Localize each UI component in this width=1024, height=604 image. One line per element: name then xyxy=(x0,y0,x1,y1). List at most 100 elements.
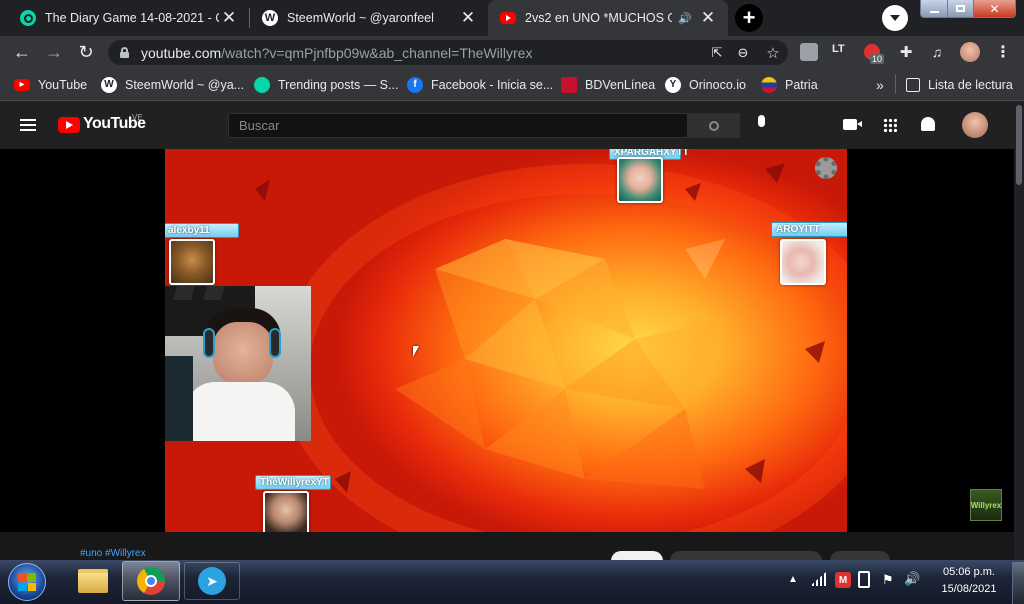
url-host: youtube.com xyxy=(141,44,222,61)
extension-photo-icon[interactable] xyxy=(800,43,818,61)
clock-date[interactable]: 15/08/2021 xyxy=(930,583,1008,595)
player-name-tag: alexby11 xyxy=(165,223,239,238)
bookmark-bdv[interactable]: BDVenLínea xyxy=(561,69,655,100)
start-button[interactable] xyxy=(8,563,46,601)
restore-button[interactable] xyxy=(947,0,973,17)
apps-grid-icon[interactable] xyxy=(883,118,897,132)
tab-diary-game[interactable]: The Diary Game 14-08-2021 - Co ✕ xyxy=(8,0,249,36)
show-desktop-button[interactable] xyxy=(1012,562,1024,604)
bookmarks-divider xyxy=(895,74,896,94)
reading-list-icon xyxy=(906,77,920,92)
bookmark-facebook[interactable]: f Facebook - Inicia se... xyxy=(407,69,553,100)
player-avatar xyxy=(263,491,309,532)
extensions-puzzle-icon[interactable]: ✚ xyxy=(897,43,915,61)
arrow-right-icon: → xyxy=(45,41,63,62)
menu-kebab-icon[interactable]: ⋮ xyxy=(995,42,1011,62)
bookmark-orinoco[interactable]: Y Orinoco.io xyxy=(665,69,746,100)
close-icon[interactable]: ✕ xyxy=(698,8,718,28)
tab-youtube-video[interactable]: 2vs2 en UNO *MUCHOS GRI 🔊 ✕ xyxy=(488,0,728,36)
search-input[interactable]: Buscar xyxy=(228,113,688,138)
bookmark-trending[interactable]: Trending posts — S... xyxy=(254,69,398,100)
patria-icon xyxy=(761,76,777,93)
taskbar-telegram[interactable]: ➤ xyxy=(184,562,240,600)
reload-button[interactable]: ↻ xyxy=(74,40,98,64)
telegram-icon: ➤ xyxy=(198,567,226,595)
notifications-bell-icon[interactable] xyxy=(921,117,935,131)
tab-title: SteemWorld ~ @yaronfeel xyxy=(287,11,434,25)
media-control-icon[interactable]: ♫ xyxy=(928,43,946,61)
tab-steemworld[interactable]: W SteemWorld ~ @yaronfeel ✕ xyxy=(250,0,488,36)
volume-icon[interactable]: 🔊 xyxy=(904,571,920,587)
close-icon[interactable]: ✕ xyxy=(219,8,239,28)
video-hashtags[interactable]: #uno #Willyrex xyxy=(80,548,146,559)
extension-lt-icon[interactable]: LT xyxy=(832,43,850,61)
close-icon[interactable]: ✕ xyxy=(458,8,478,28)
player-avatar xyxy=(169,239,215,285)
game-settings-gear-icon xyxy=(815,157,837,179)
bookmark-label: YouTube xyxy=(38,77,88,92)
chrome-icon xyxy=(137,567,165,595)
tab-search-button[interactable] xyxy=(882,5,908,31)
minimize-button[interactable] xyxy=(921,0,947,17)
bookmark-label: SteemWorld ~ @ya... xyxy=(125,77,245,92)
youtube-icon xyxy=(500,12,516,24)
clock-time[interactable]: 05:06 p.m. xyxy=(930,566,1008,578)
wordpress-icon: W xyxy=(262,10,278,26)
bookmark-steemworld[interactable]: W SteemWorld ~ @ya... xyxy=(101,69,244,100)
voice-search-button[interactable] xyxy=(751,115,771,135)
bookmark-label: BDVenLínea xyxy=(585,77,656,92)
taskbar-chrome[interactable] xyxy=(122,561,180,601)
create-video-icon[interactable] xyxy=(843,119,857,130)
create-video-icon-lens xyxy=(857,121,862,127)
account-avatar[interactable] xyxy=(962,112,988,138)
video-frame[interactable]: XPARGAHXYTT alexby11 AROYITT TheWillyrex… xyxy=(165,149,847,532)
gmail-notifier-icon[interactable]: M xyxy=(835,572,851,588)
battery-icon[interactable] xyxy=(858,571,870,588)
orinoco-icon: Y xyxy=(665,76,681,93)
bookmark-star-icon[interactable]: ☆ xyxy=(758,44,788,62)
address-bar[interactable]: youtube.com/watch?v=qmPjnfbp09w&ab_chann… xyxy=(108,40,788,65)
taskbar-explorer[interactable] xyxy=(66,562,120,600)
bookmark-label: Trending posts — S... xyxy=(278,77,399,92)
hamburger-menu-icon[interactable] xyxy=(20,119,36,131)
chevron-down-icon xyxy=(890,15,900,21)
bdv-icon xyxy=(561,76,577,93)
back-button[interactable]: ← xyxy=(10,40,34,64)
channel-watermark-icon[interactable]: Willyrex xyxy=(970,489,1002,521)
share-icon[interactable]: ⇱ xyxy=(706,45,728,61)
url-path: /watch?v=qmPjnfbp09w&ab_channel=TheWilly… xyxy=(221,44,533,61)
tab-title: The Diary Game 14-08-2021 - Co xyxy=(45,11,219,25)
bookmark-youtube[interactable]: ▸ YouTube xyxy=(14,69,87,100)
bookmark-label: Facebook - Inicia se... xyxy=(431,77,554,92)
search-icon xyxy=(709,120,719,131)
youtube-logo-icon[interactable] xyxy=(58,117,80,133)
show-hidden-icons-button[interactable]: ▲ xyxy=(788,574,798,585)
new-tab-button[interactable]: + xyxy=(735,4,763,32)
bookmarks-overflow-button[interactable]: » xyxy=(876,69,884,100)
youtube-icon: ▸ xyxy=(14,78,30,91)
action-center-flag-icon[interactable]: ⚑ xyxy=(882,572,894,588)
bookmark-label: Orinoco.io xyxy=(689,77,746,92)
bookmark-patria[interactable]: Patria xyxy=(761,69,818,100)
tab-title: 2vs2 en UNO *MUCHOS GRI xyxy=(525,11,673,25)
windows-logo-icon xyxy=(18,573,36,591)
steemit-icon xyxy=(20,10,36,26)
player-avatar xyxy=(617,157,663,203)
microphone-icon xyxy=(757,115,765,127)
close-window-button[interactable]: ✕ xyxy=(973,0,1015,17)
search-placeholder: Buscar xyxy=(239,118,280,133)
window-controls: ✕ xyxy=(920,0,1016,18)
search-button[interactable] xyxy=(688,113,740,138)
streamer-facecam xyxy=(165,286,311,441)
zoom-icon[interactable]: ⊖ xyxy=(728,45,758,61)
arrow-left-icon: ← xyxy=(13,41,31,62)
profile-avatar[interactable] xyxy=(960,42,980,62)
lock-icon xyxy=(120,47,129,58)
scrollbar-thumb[interactable] xyxy=(1016,105,1022,185)
region-code: VE xyxy=(132,113,143,122)
reading-list-label: Lista de lectura xyxy=(928,77,1013,92)
folder-icon xyxy=(78,569,108,593)
forward-button[interactable]: → xyxy=(42,40,66,64)
audio-playing-icon[interactable]: 🔊 xyxy=(678,12,692,25)
reading-list-button[interactable]: Lista de lectura xyxy=(906,69,1013,100)
